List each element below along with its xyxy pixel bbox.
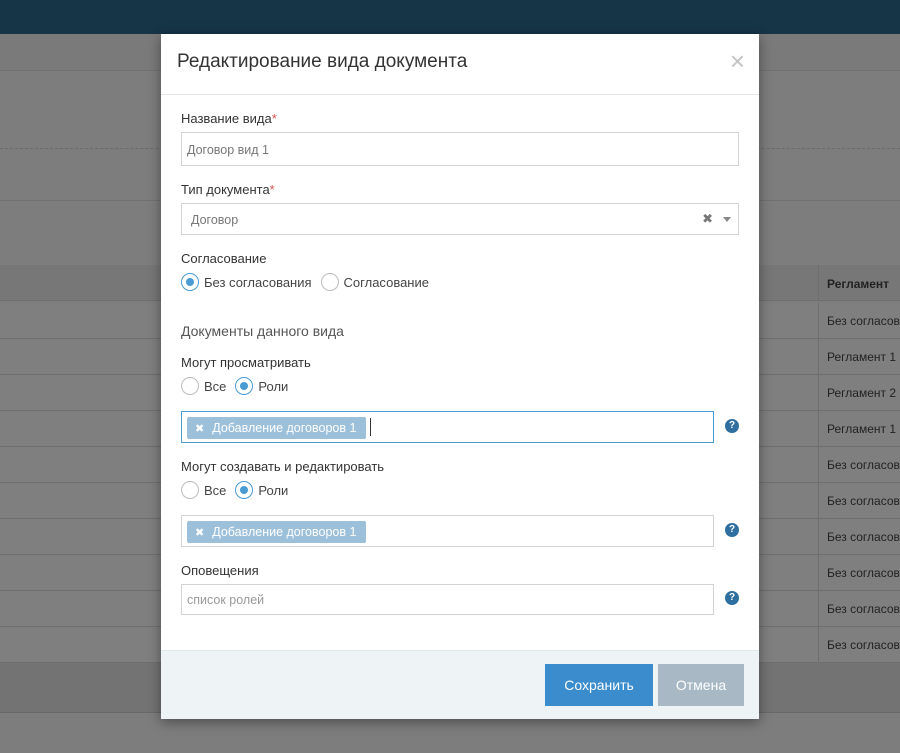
dialog-header: Редактирование вида документа × xyxy=(161,34,759,95)
doc-type-select[interactable]: Договор ✖ xyxy=(181,203,739,235)
radio-edit-roles[interactable]: Роли xyxy=(235,481,288,499)
notifications-input[interactable]: список ролей xyxy=(181,584,714,615)
role-tag: ✖ Добавление договоров 1 xyxy=(187,521,367,543)
view-roles-input[interactable]: ✖ Добавление договоров 1 xyxy=(181,411,714,443)
help-icon[interactable]: ? xyxy=(725,591,739,605)
radio-unchecked-icon[interactable] xyxy=(181,377,199,395)
radio-edit-all[interactable]: Все xyxy=(181,481,226,499)
required-mark: * xyxy=(271,111,277,126)
radio-label: Без согласования xyxy=(204,274,312,290)
doc-type-value: Договор xyxy=(191,213,239,227)
name-field-label-text: Название вида xyxy=(181,111,272,126)
name-input[interactable]: Договор вид 1 xyxy=(181,132,739,166)
role-tag: ✖ Добавление договоров 1 xyxy=(187,417,367,439)
dialog-footer: Сохранить Отмена xyxy=(161,650,759,719)
notifications-label: Оповещения xyxy=(181,563,259,578)
can-view-radio-group: Все Роли xyxy=(181,376,297,396)
approval-label: Согласование xyxy=(181,251,267,266)
clear-icon[interactable]: ✖ xyxy=(702,211,713,227)
required-mark: * xyxy=(269,182,275,197)
radio-label: Все xyxy=(204,378,227,394)
can-view-label: Могут просматривать xyxy=(181,355,311,370)
text-caret xyxy=(370,418,371,436)
chevron-down-icon[interactable] xyxy=(723,217,731,222)
can-edit-label: Могут создавать и редактировать xyxy=(181,459,385,474)
name-field-label: Название вида* xyxy=(181,111,277,126)
radio-view-roles[interactable]: Роли xyxy=(235,377,288,395)
section-title: Документы данного вида xyxy=(181,323,344,339)
radio-label: Согласование xyxy=(343,274,429,290)
close-icon[interactable]: × xyxy=(730,48,745,74)
approval-radio-group: Без согласования Согласование xyxy=(181,272,438,292)
edit-roles-input[interactable]: ✖ Добавление договоров 1 xyxy=(181,515,714,547)
dialog-title: Редактирование вида документа xyxy=(177,51,468,72)
cancel-button[interactable]: Отмена xyxy=(658,664,744,706)
role-tag-label: Добавление договоров 1 xyxy=(212,525,357,539)
can-edit-radio-group: Все Роли xyxy=(181,480,297,500)
doc-type-label: Тип документа* xyxy=(181,182,275,197)
help-icon[interactable]: ? xyxy=(725,419,739,433)
help-icon[interactable]: ? xyxy=(725,523,739,537)
radio-approval[interactable]: Согласование xyxy=(320,273,429,291)
radio-label: Роли xyxy=(258,378,289,394)
remove-tag-icon[interactable]: ✖ xyxy=(195,526,204,539)
radio-checked-icon[interactable] xyxy=(235,481,254,499)
radio-unchecked-icon[interactable] xyxy=(181,481,199,499)
radio-label: Роли xyxy=(258,482,289,498)
name-input-value: Договор вид 1 xyxy=(187,143,270,157)
edit-document-type-dialog: Редактирование вида документа × Название… xyxy=(161,34,759,719)
save-button[interactable]: Сохранить xyxy=(545,664,653,706)
role-tag-label: Добавление договоров 1 xyxy=(212,421,357,435)
radio-label: Все xyxy=(204,482,227,498)
remove-tag-icon[interactable]: ✖ xyxy=(195,422,204,435)
radio-checked-icon[interactable] xyxy=(181,273,199,291)
radio-view-all[interactable]: Все xyxy=(181,377,226,395)
radio-no-approval[interactable]: Без согласования xyxy=(181,273,312,291)
notifications-placeholder: список ролей xyxy=(187,593,265,607)
radio-unchecked-icon[interactable] xyxy=(320,273,339,291)
doc-type-label-text: Тип документа xyxy=(181,182,270,197)
radio-checked-icon[interactable] xyxy=(235,377,254,395)
